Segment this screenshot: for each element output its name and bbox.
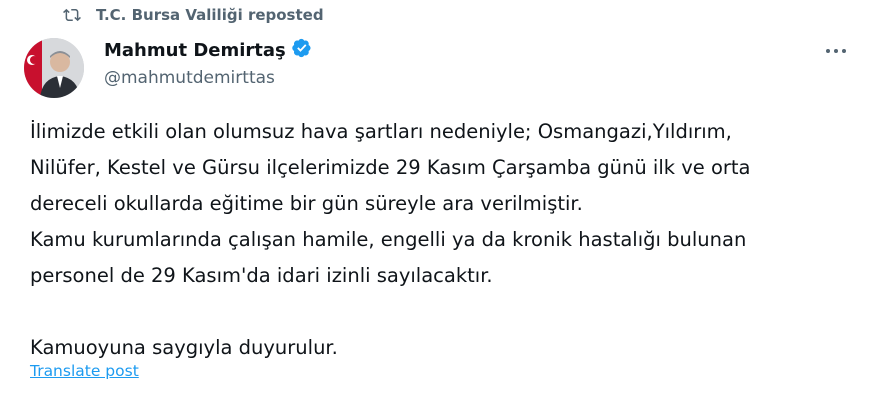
- repost-icon: [62, 6, 82, 24]
- post-line: Nilüfer, Kestel ve Gürsu ilçelerimizde 2…: [30, 156, 751, 179]
- author-name[interactable]: Mahmut Demirtaş: [104, 40, 286, 61]
- post-line: dereceli okullarda eğitime bir gün sürey…: [30, 192, 583, 215]
- repost-label[interactable]: T.C. Bursa Valiliği reposted: [96, 6, 324, 24]
- more-options-icon[interactable]: [821, 40, 851, 62]
- post-line: Kamu kurumlarında çalışan hamile, engell…: [30, 228, 747, 251]
- post-line: Kamuoyuna saygıyla duyurulur.: [30, 336, 338, 359]
- author-handle[interactable]: @mahmutdemirttas: [104, 68, 312, 88]
- post-text: İlimizde etkili olan olumsuz hava şartla…: [30, 114, 860, 366]
- post-line: personel de 29 Kasım'da idari izinli say…: [30, 264, 493, 287]
- post-line: İlimizde etkili olan olumsuz hava şartla…: [30, 120, 732, 143]
- translate-post-link[interactable]: Translate post: [30, 362, 139, 380]
- repost-header: T.C. Bursa Valiliği reposted: [62, 6, 324, 24]
- verified-badge-icon: [292, 38, 312, 62]
- author-block: Mahmut Demirtaş @mahmutdemirttas: [104, 38, 312, 88]
- avatar[interactable]: [24, 38, 84, 98]
